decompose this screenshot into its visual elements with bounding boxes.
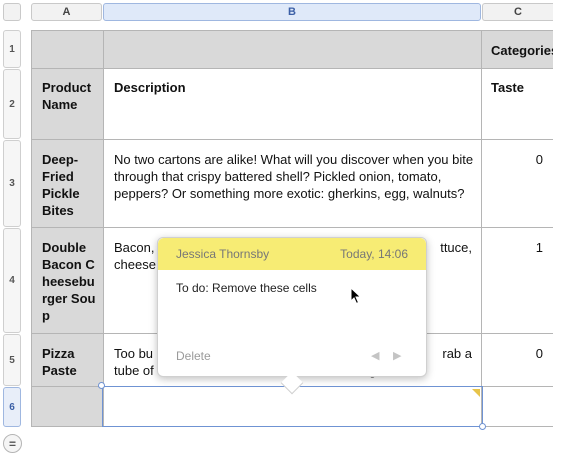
mouse-pointer-icon — [350, 287, 362, 305]
cell-text: 0 — [535, 152, 543, 167]
gridline — [31, 227, 553, 228]
gridline — [103, 30, 104, 427]
comment-indicator-icon[interactable] — [472, 389, 480, 397]
cell-c3[interactable]: 0 — [491, 151, 543, 168]
cell-a4[interactable]: Double Bacon Cheeseburger Soup — [42, 239, 98, 324]
cell-text: Deep-Fried Pickle Bites — [42, 152, 80, 218]
delete-comment-button[interactable]: Delete — [176, 349, 211, 363]
gridline — [481, 30, 482, 427]
cell-text: Description — [114, 80, 186, 95]
selection-handle[interactable] — [479, 423, 486, 430]
row-header-6[interactable]: 6 — [3, 387, 21, 427]
cell-b2[interactable]: Description — [114, 79, 474, 96]
comment-time: Today, 14:06 — [340, 247, 408, 261]
row-header-5[interactable]: 5 — [3, 334, 21, 386]
select-all-corner[interactable] — [3, 3, 21, 21]
cell-b3[interactable]: No two cartons are alike! What will you … — [114, 151, 476, 202]
column-label: A — [62, 6, 71, 18]
cell-text: No two cartons are alike! What will you … — [114, 152, 474, 201]
row-label: 3 — [9, 178, 15, 189]
gridline — [31, 30, 553, 31]
cell-text: 0 — [535, 346, 543, 361]
header-row-fill — [31, 30, 553, 68]
cell-text-fragment: rab a — [442, 346, 472, 361]
cell-a3[interactable]: Deep-Fried Pickle Bites — [42, 151, 98, 219]
selection-handle[interactable] — [98, 382, 105, 389]
cell-text: 1 — [535, 240, 543, 255]
column-header-a[interactable]: A — [31, 3, 102, 21]
row-label: 2 — [9, 98, 15, 110]
cell-c5[interactable]: 0 — [491, 345, 543, 362]
row-label: 1 — [9, 43, 15, 55]
column-label: B — [288, 6, 296, 18]
cell-a2[interactable]: Product Name — [42, 79, 98, 113]
comment-author: Jessica Thornsby — [176, 247, 270, 261]
comment-popover: Jessica Thornsby Today, 14:06 To do: Rem… — [157, 237, 427, 395]
gridline — [31, 139, 553, 140]
cell-c2[interactable]: Taste — [491, 79, 551, 96]
column-label: C — [514, 6, 522, 18]
cell-text: Product Name — [42, 80, 92, 112]
equals-icon: = — [8, 436, 16, 451]
cell-c4[interactable]: 1 — [491, 239, 543, 256]
comment-text[interactable]: To do: Remove these cells — [176, 281, 406, 295]
next-comment-icon[interactable]: ▶ — [393, 349, 401, 362]
gridline — [31, 68, 553, 69]
gridline — [31, 30, 32, 427]
cell-text: Pizza Paste — [42, 346, 77, 378]
previous-comment-icon[interactable]: ◀ — [371, 349, 379, 362]
row-header-4[interactable]: 4 — [3, 228, 21, 333]
comment-header: Jessica Thornsby Today, 14:06 — [158, 238, 426, 270]
row-label: 4 — [9, 275, 15, 286]
column-header-c[interactable]: C — [482, 3, 553, 21]
row-header-3[interactable]: 3 — [3, 140, 21, 227]
cell-text: Categories — [491, 43, 553, 58]
column-header-b[interactable]: B — [103, 3, 481, 21]
cell-c1[interactable]: Categories — [491, 42, 553, 59]
row-label: 6 — [9, 401, 15, 413]
cell-text: Taste — [491, 80, 524, 95]
table-options-button[interactable]: = — [3, 434, 22, 453]
row-label: 5 — [9, 354, 15, 366]
row-header-1[interactable]: 1 — [3, 30, 21, 68]
row-header-2[interactable]: 2 — [3, 69, 21, 139]
cell-text: Double Bacon Cheeseburger Soup — [42, 240, 96, 323]
cell-a5[interactable]: Pizza Paste — [42, 345, 98, 379]
cell-text-fragment: ttuce, — [440, 240, 472, 255]
